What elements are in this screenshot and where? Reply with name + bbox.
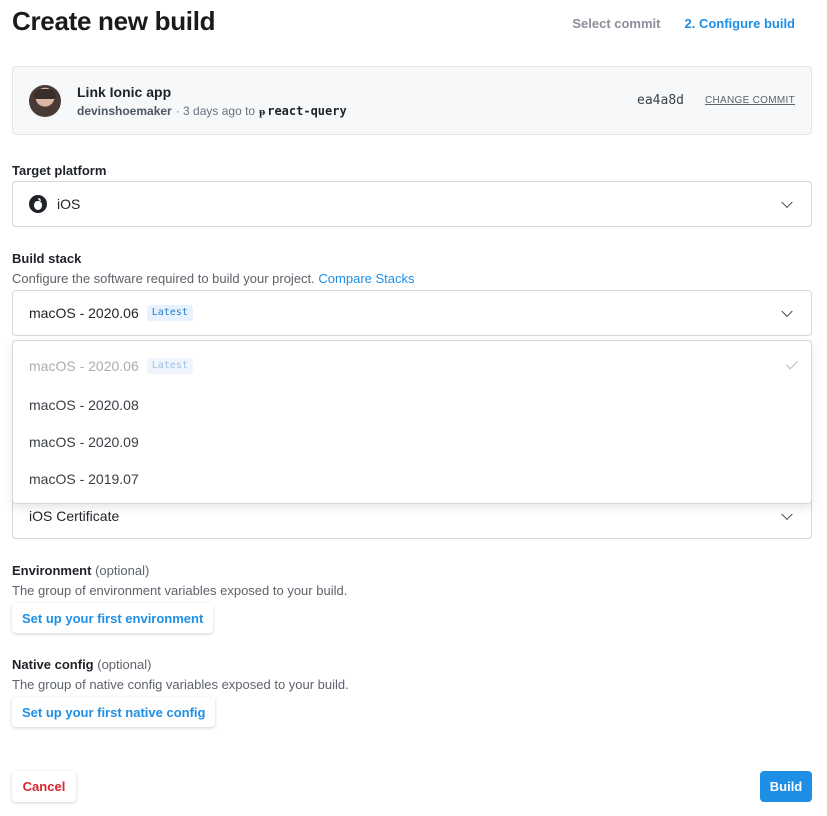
page-title: Create new build — [12, 6, 216, 36]
build-stack-value: macOS - 2020.06 — [29, 305, 139, 321]
change-commit-link[interactable]: CHANGE COMMIT — [705, 95, 795, 106]
branch-tag: ᵽ react-query — [259, 104, 347, 118]
build-stack-helper: Configure the software required to build… — [12, 271, 415, 286]
build-stack-menu: macOS - 2020.06 Latest macOS - 2020.08 m… — [12, 340, 812, 504]
certificate-value: iOS Certificate — [29, 508, 120, 524]
commit-author: devinshoemaker — [77, 104, 172, 118]
menu-item-label: macOS - 2020.06 — [29, 358, 139, 374]
target-platform-select[interactable]: iOS — [12, 181, 812, 227]
chevron-down-icon — [781, 508, 793, 521]
chevron-down-icon — [781, 196, 793, 209]
menu-item-2019-07[interactable]: macOS - 2019.07 — [29, 471, 139, 487]
build-button[interactable]: Build — [760, 771, 812, 802]
step-configure-build[interactable]: 2. Configure build — [685, 16, 796, 31]
native-config-label: Native config (optional) — [12, 657, 151, 672]
chevron-down-icon — [781, 305, 793, 318]
step-indicator: Select commit 2. Configure build — [572, 16, 795, 31]
step-select-commit[interactable]: Select commit — [572, 16, 660, 31]
commit-title: Link Ionic app — [77, 84, 172, 100]
environment-label-text: Environment — [12, 563, 92, 578]
environment-helper: The group of environment variables expos… — [12, 583, 348, 598]
target-platform-label: Target platform — [12, 163, 107, 178]
optional-text: (optional) — [97, 657, 152, 672]
commit-meta: devinshoemaker · 3 days ago to ᵽ react-q… — [77, 104, 347, 118]
commit-age: · 3 days ago to — [175, 104, 256, 118]
native-config-helper: The group of native config variables exp… — [12, 677, 349, 692]
environment-label: Environment (optional) — [12, 563, 149, 578]
menu-item-2020-09[interactable]: macOS - 2020.09 — [29, 434, 139, 450]
build-stack-label: Build stack — [12, 251, 82, 266]
commit-card: Link Ionic app devinshoemaker · 3 days a… — [12, 66, 812, 135]
native-config-label-text: Native config — [12, 657, 94, 672]
compare-stacks-link[interactable]: Compare Stacks — [318, 271, 414, 286]
setup-native-config-button[interactable]: Set up your first native config — [12, 697, 216, 727]
branch-icon: ᵽ — [259, 104, 266, 118]
setup-environment-button[interactable]: Set up your first environment — [12, 603, 214, 633]
commit-hash: ea4a8d — [637, 93, 684, 108]
menu-item-2020-08[interactable]: macOS - 2020.08 — [29, 397, 139, 413]
build-stack-select[interactable]: macOS - 2020.06 Latest — [12, 290, 812, 336]
latest-badge: Latest — [146, 305, 193, 321]
cancel-button[interactable]: Cancel — [12, 771, 76, 802]
apple-icon — [29, 195, 47, 213]
create-build-page: Create new build Select commit 2. Config… — [0, 0, 827, 816]
target-platform-value: iOS — [57, 196, 81, 212]
menu-item-2020-06[interactable]: macOS - 2020.06 Latest — [29, 358, 193, 374]
avatar — [29, 85, 61, 117]
build-stack-helper-text: Configure the software required to build… — [12, 271, 315, 286]
checkmark-icon — [785, 357, 799, 370]
branch-name: react-query — [267, 104, 347, 118]
latest-badge: Latest — [146, 358, 193, 374]
optional-text: (optional) — [95, 563, 150, 578]
